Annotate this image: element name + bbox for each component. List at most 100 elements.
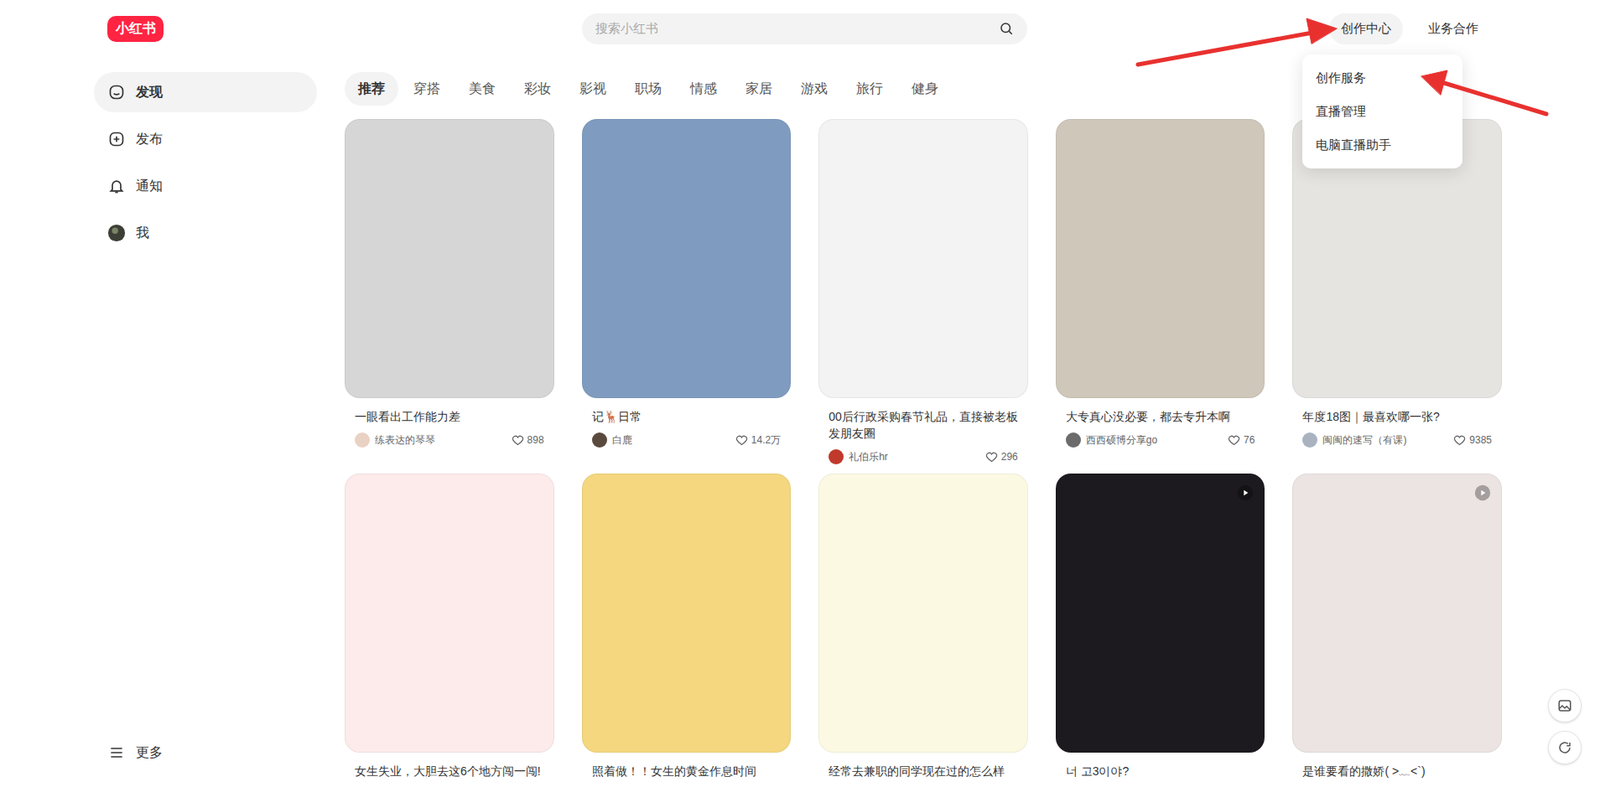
author-name[interactable]: 礼伯乐hr [848, 449, 986, 465]
menu-item-label[interactable]: 创作服务 [1315, 68, 1367, 89]
note-title[interactable]: 照着做！！女生的黄金作息时间 [581, 753, 792, 780]
note-title[interactable]: 记🦌日常 [581, 398, 792, 426]
image-button[interactable] [1548, 689, 1582, 723]
sidebar-label[interactable]: 发现 [135, 82, 163, 103]
tab-label[interactable]: 彩妆 [524, 78, 551, 99]
like-count[interactable]: 9385 [1453, 432, 1492, 448]
note-cover[interactable] [1292, 473, 1502, 754]
author-name[interactable]: 闽闽的速写（有课) [1322, 432, 1454, 448]
note-title[interactable]: 00后行政采购春节礼品，直接被老板发朋友圈 [818, 398, 1029, 442]
note-card[interactable]: 女生失业，大胆去这6个地方闯一闯! [344, 473, 555, 780]
author-avatar[interactable] [828, 449, 844, 465]
sidebar-item[interactable]: 发现 [93, 72, 317, 113]
note-card[interactable]: 大专真心没必要，都去专升本啊西西硕博分享go 76 [1055, 119, 1266, 466]
note-card[interactable]: 照着做！！女生的黄金作息时间 [581, 473, 792, 780]
like-number[interactable]: 296 [1001, 449, 1019, 465]
channel-tab[interactable]: 情感 [676, 72, 731, 106]
channel-tab[interactable]: 家居 [732, 72, 786, 106]
author-avatar[interactable] [1065, 432, 1081, 448]
sidebar-label[interactable]: 发布 [135, 129, 163, 150]
more-button[interactable]: 更多 [93, 732, 317, 774]
note-cover[interactable] [1055, 473, 1266, 754]
logo-text[interactable]: 小红书 [115, 21, 156, 36]
note-card[interactable]: 00后行政采购春节礼品，直接被老板发朋友圈礼伯乐hr 296 [818, 119, 1029, 466]
search-input[interactable] [595, 19, 999, 39]
tab-label[interactable]: 游戏 [800, 78, 828, 99]
like-number[interactable]: 9385 [1469, 432, 1492, 448]
channel-tab[interactable]: 推荐 [344, 72, 399, 106]
like-count[interactable]: 898 [511, 432, 545, 448]
note-title[interactable]: 너 고3이야? [1055, 753, 1266, 780]
channel-tab[interactable]: 美食 [455, 72, 510, 106]
heart-icon [735, 434, 749, 447]
channel-tab[interactable]: 穿搭 [400, 72, 454, 106]
note-title[interactable]: 经常去兼职的同学现在过的怎么样 [818, 753, 1029, 780]
author-avatar[interactable] [1302, 432, 1318, 448]
channel-tab[interactable]: 游戏 [787, 72, 842, 106]
author-avatar[interactable] [354, 432, 370, 448]
header-link-label[interactable]: 业务合作 [1428, 19, 1479, 39]
note-footer: 闽闽的速写（有课) 9385 [1292, 431, 1502, 449]
note-title[interactable]: 女生失业，大胆去这6个地方闯一闯! [344, 753, 555, 780]
like-number[interactable]: 898 [527, 432, 545, 448]
like-number[interactable]: 76 [1243, 432, 1255, 448]
tab-label[interactable]: 情感 [690, 78, 717, 99]
more-label[interactable]: 更多 [135, 742, 163, 764]
tab-label[interactable]: 健身 [911, 78, 939, 99]
note-card[interactable]: 年度18图｜最喜欢哪一张? 闽闽的速写（有课) 9385 [1292, 119, 1502, 466]
logo[interactable]: 小红书 [107, 15, 164, 42]
avatar-icon [107, 223, 126, 243]
tab-label[interactable]: 穿搭 [413, 78, 441, 99]
sidebar-item[interactable]: 发布 [93, 119, 317, 160]
like-count[interactable]: 14.2万 [735, 432, 781, 448]
tab-label[interactable]: 影视 [579, 78, 607, 99]
note-card[interactable]: 너 고3이야? [1055, 473, 1266, 780]
like-count[interactable]: 296 [985, 449, 1019, 465]
sidebar-items: 发现发布通知我 [93, 72, 317, 254]
author-name[interactable]: 西西硕博分享go [1085, 432, 1228, 448]
note-cover[interactable] [818, 473, 1029, 754]
author-name[interactable]: 练表达的琴琴 [374, 432, 512, 448]
menu-item-label[interactable]: 电脑直播助手 [1315, 135, 1392, 156]
note-cover[interactable] [818, 119, 1029, 399]
like-count[interactable]: 76 [1227, 432, 1255, 448]
header-link-label[interactable]: 创作中心 [1340, 19, 1392, 39]
sidebar-label[interactable]: 我 [135, 223, 150, 244]
menu-item-label[interactable]: 直播管理 [1315, 102, 1367, 122]
tab-label[interactable]: 家居 [745, 78, 773, 99]
note-title[interactable]: 年度18图｜最喜欢哪一张? [1292, 398, 1502, 426]
sidebar-label[interactable]: 通知 [135, 176, 163, 197]
note-cover[interactable] [581, 119, 792, 399]
note-card[interactable]: 经常去兼职的同学现在过的怎么样 [818, 473, 1029, 780]
note-cover[interactable] [1055, 119, 1266, 399]
note-title[interactable]: 大专真心没必要，都去专升本啊 [1055, 398, 1266, 426]
menu-item[interactable]: 电脑直播助手 [1302, 128, 1463, 162]
channel-tab[interactable]: 影视 [566, 72, 620, 106]
channel-tab[interactable]: 彩妆 [510, 72, 565, 106]
tab-label[interactable]: 旅行 [856, 78, 884, 99]
menu-item[interactable]: 直播管理 [1302, 94, 1463, 129]
note-card[interactable]: 是谁要看的撒娇( >﹏<`) [1292, 473, 1502, 780]
note-cover[interactable] [581, 473, 792, 754]
channel-tab[interactable]: 健身 [898, 72, 952, 106]
sidebar-item[interactable]: 通知 [93, 166, 317, 207]
header-link[interactable]: 创作中心 [1329, 13, 1403, 45]
note-cover[interactable] [344, 473, 555, 754]
note-cover[interactable] [344, 119, 555, 399]
note-card[interactable]: 一眼看出工作能力差练表达的琴琴 898 [344, 119, 555, 466]
author-avatar[interactable] [592, 432, 608, 448]
note-title[interactable]: 是谁要看的撒娇( >﹏<`) [1292, 753, 1502, 780]
tab-label[interactable]: 美食 [468, 78, 496, 99]
channel-tab[interactable]: 职场 [621, 72, 676, 106]
sidebar-item[interactable]: 我 [93, 212, 317, 254]
note-title[interactable]: 一眼看出工作能力差 [344, 398, 555, 426]
header-link[interactable]: 业务合作 [1416, 13, 1491, 45]
note-card[interactable]: 记🦌日常白鹿 14.2万 [581, 119, 792, 466]
tab-label[interactable]: 推荐 [358, 78, 385, 99]
channel-tab[interactable]: 旅行 [842, 72, 897, 106]
refresh-button[interactable] [1548, 731, 1582, 765]
tab-label[interactable]: 职场 [634, 78, 662, 99]
menu-item[interactable]: 创作服务 [1302, 61, 1463, 95]
like-number[interactable]: 14.2万 [751, 432, 781, 448]
author-name[interactable]: 白鹿 [612, 432, 736, 448]
